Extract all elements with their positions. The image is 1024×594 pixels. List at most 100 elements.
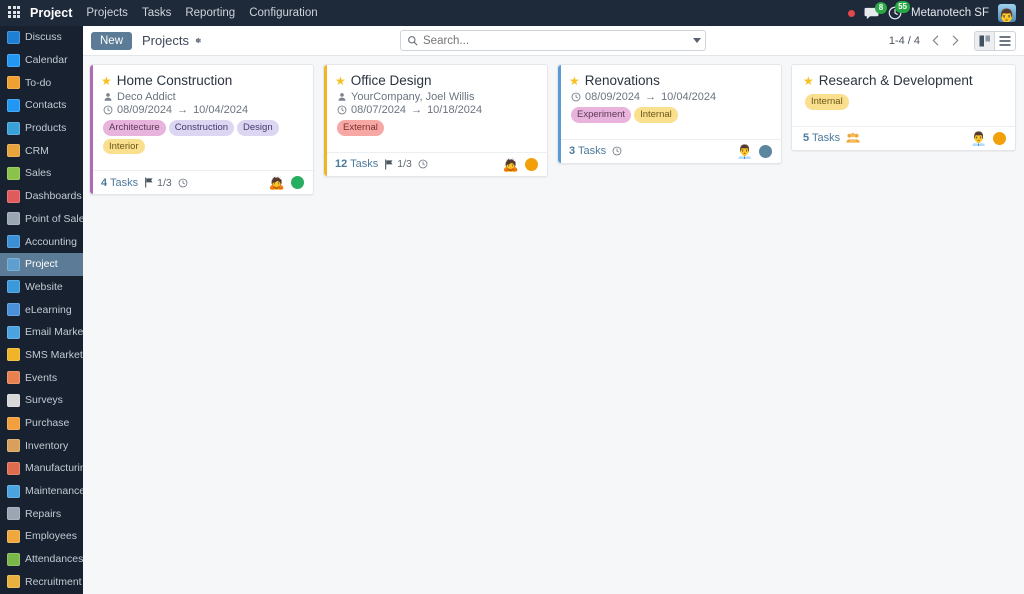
assignee-avatar[interactable]: 👨‍💼 <box>737 145 753 158</box>
card-title: Office Design <box>350 73 432 88</box>
nav-menu-reporting[interactable]: Reporting <box>185 7 235 19</box>
list-view-button[interactable] <box>995 30 1016 51</box>
kanban-card[interactable]: ★ Renovations 08/09/2024 → 10/04/2024 Experim… <box>557 64 782 164</box>
clock-icon <box>337 105 347 115</box>
card-date-row: 08/09/2024 → 10/04/2024 <box>571 91 772 103</box>
crm-icon <box>7 144 20 158</box>
status-badge[interactable] <box>759 144 772 158</box>
apps-grid-icon[interactable] <box>8 6 24 20</box>
card-timesheet-button[interactable] <box>418 159 428 169</box>
sidebar-item-accounting[interactable]: Accounting <box>0 230 83 253</box>
star-icon[interactable]: ★ <box>803 75 814 87</box>
activities-badge: 55 <box>895 1 911 13</box>
tag-badge[interactable]: Design <box>237 120 279 136</box>
tag-badge[interactable]: Internal <box>634 107 678 123</box>
messages-button[interactable]: 8 <box>864 1 888 20</box>
search-icon <box>408 36 418 46</box>
card-tasks-link[interactable]: 12 Tasks <box>335 158 378 170</box>
sidebar-item-products[interactable]: Products <box>0 117 83 140</box>
sidebar-item-events[interactable]: Events <box>0 366 83 389</box>
app-brand[interactable]: Project <box>30 6 72 20</box>
chevron-down-icon[interactable] <box>693 38 701 43</box>
sidebar-item-sms-marketing[interactable]: SMS Marketing <box>0 344 83 367</box>
assignee-avatar[interactable]: 👨‍💼 <box>971 132 987 145</box>
sidebar-item-purchase[interactable]: Purchase <box>0 412 83 435</box>
card-timesheet-button[interactable] <box>178 178 188 188</box>
sidebar-item-crm[interactable]: CRM <box>0 139 83 162</box>
status-badge[interactable] <box>291 176 304 189</box>
tag-badge[interactable]: Interior <box>103 138 145 154</box>
pager-prev-button[interactable] <box>926 31 944 51</box>
card-timesheet-button[interactable] <box>612 146 622 156</box>
tag-badge[interactable]: Architecture <box>103 120 166 136</box>
new-button[interactable]: New <box>91 31 133 50</box>
clock-icon <box>612 146 622 156</box>
tag-badge[interactable]: Experiment <box>571 107 632 123</box>
card-milestone[interactable]: 1/3 <box>144 177 172 189</box>
card-tasks-label: Tasks <box>577 145 607 157</box>
card-people-group[interactable] <box>846 132 860 144</box>
sidebar-item-dashboards[interactable]: Dashboards <box>0 185 83 208</box>
star-icon[interactable]: ★ <box>101 75 112 87</box>
card-milestone[interactable]: 1/3 <box>384 158 412 170</box>
card-tasks-link[interactable]: 5 Tasks <box>803 132 840 144</box>
pager-next-button[interactable] <box>946 31 964 51</box>
kanban-card[interactable]: ★ Home Construction Deco Addict 08/09/2024 →… <box>89 64 314 195</box>
nav-menu-configuration[interactable]: Configuration <box>249 7 317 19</box>
status-badge[interactable] <box>993 131 1006 145</box>
star-icon[interactable]: ★ <box>335 75 346 87</box>
sidebar-item-attendances[interactable]: Attendances <box>0 548 83 571</box>
activities-button[interactable]: 55 <box>888 1 911 20</box>
sidebar-item-recruitment[interactable]: Recruitment <box>0 571 83 594</box>
user-avatar[interactable]: 👨 <box>998 4 1016 22</box>
assignee-avatar[interactable]: 🙇 <box>503 158 519 171</box>
sidebar-item-inventory[interactable]: Inventory <box>0 434 83 457</box>
control-panel: New Projects 1-4 / 4 <box>83 26 1024 56</box>
sidebar-item-elearning[interactable]: eLearning <box>0 298 83 321</box>
card-customer: Deco Addict <box>117 91 176 103</box>
sidebar-item-discuss[interactable]: Discuss <box>0 26 83 49</box>
breadcrumb-label[interactable]: Projects <box>142 33 189 48</box>
card-title-row: ★ Research & Development <box>803 73 1006 88</box>
star-icon[interactable]: ★ <box>569 75 580 87</box>
card-footer-right: 👨‍💼 <box>737 144 772 158</box>
gear-icon[interactable] <box>193 36 202 45</box>
sidebar-item-project[interactable]: Project <box>0 252 83 276</box>
status-badge[interactable] <box>525 157 538 171</box>
sidebar-item-manufacturing[interactable]: Manufacturing <box>0 457 83 480</box>
assignee-avatar[interactable]: 🙇 <box>269 176 285 189</box>
sidebar-item-employees[interactable]: Employees <box>0 525 83 548</box>
tag-badge[interactable]: External <box>337 120 384 136</box>
apps-sidebar[interactable]: Discuss Calendar To-do Contacts Products CRM S… <box>0 26 83 594</box>
sidebar-item-email-marketing[interactable]: Email Marketing <box>0 321 83 344</box>
card-tasks-count: 4 <box>101 176 108 189</box>
card-date-row: 08/09/2024 → 10/04/2024 <box>103 104 304 116</box>
project-icon <box>7 257 20 271</box>
kanban-card[interactable]: ★ Research & Development Internal 5 Tasks 👨‍… <box>791 64 1016 151</box>
card-date-start: 08/07/2024 <box>351 104 407 116</box>
tag-badge[interactable]: Construction <box>168 120 235 136</box>
sidebar-item-website[interactable]: Website <box>0 276 83 299</box>
sidebar-item-maintenance[interactable]: Maintenance <box>0 480 83 503</box>
sidebar-item-calendar[interactable]: Calendar <box>0 49 83 72</box>
sidebar-item-surveys[interactable]: Surveys <box>0 389 83 412</box>
kanban-card[interactable]: ★ Office Design YourCompany, Joel Willis 08… <box>323 64 548 177</box>
search-input[interactable] <box>423 34 689 47</box>
kanban-view-button[interactable] <box>974 30 995 51</box>
sidebar-item-repairs[interactable]: Repairs <box>0 502 83 525</box>
clock-icon <box>178 178 188 187</box>
person-icon <box>338 93 346 101</box>
tag-badge[interactable]: Internal <box>805 94 849 110</box>
user-menu-name[interactable]: Metanotech SF <box>911 7 989 19</box>
nav-menu-tasks[interactable]: Tasks <box>142 7 171 19</box>
sidebar-item-sales[interactable]: Sales <box>0 162 83 185</box>
nav-menu-projects[interactable]: Projects <box>86 7 128 19</box>
sidebar-item-to-do[interactable]: To-do <box>0 71 83 94</box>
card-tasks-link[interactable]: 4 Tasks <box>101 177 138 189</box>
sidebar-item-contacts[interactable]: Contacts <box>0 94 83 117</box>
card-tasks-link[interactable]: 3 Tasks <box>569 145 606 157</box>
card-tasks-label: Tasks <box>109 176 139 189</box>
card-tags: Experiment Internal <box>571 107 772 123</box>
sidebar-item-point-of-sale[interactable]: Point of Sale <box>0 208 83 231</box>
search-box[interactable] <box>400 30 706 51</box>
